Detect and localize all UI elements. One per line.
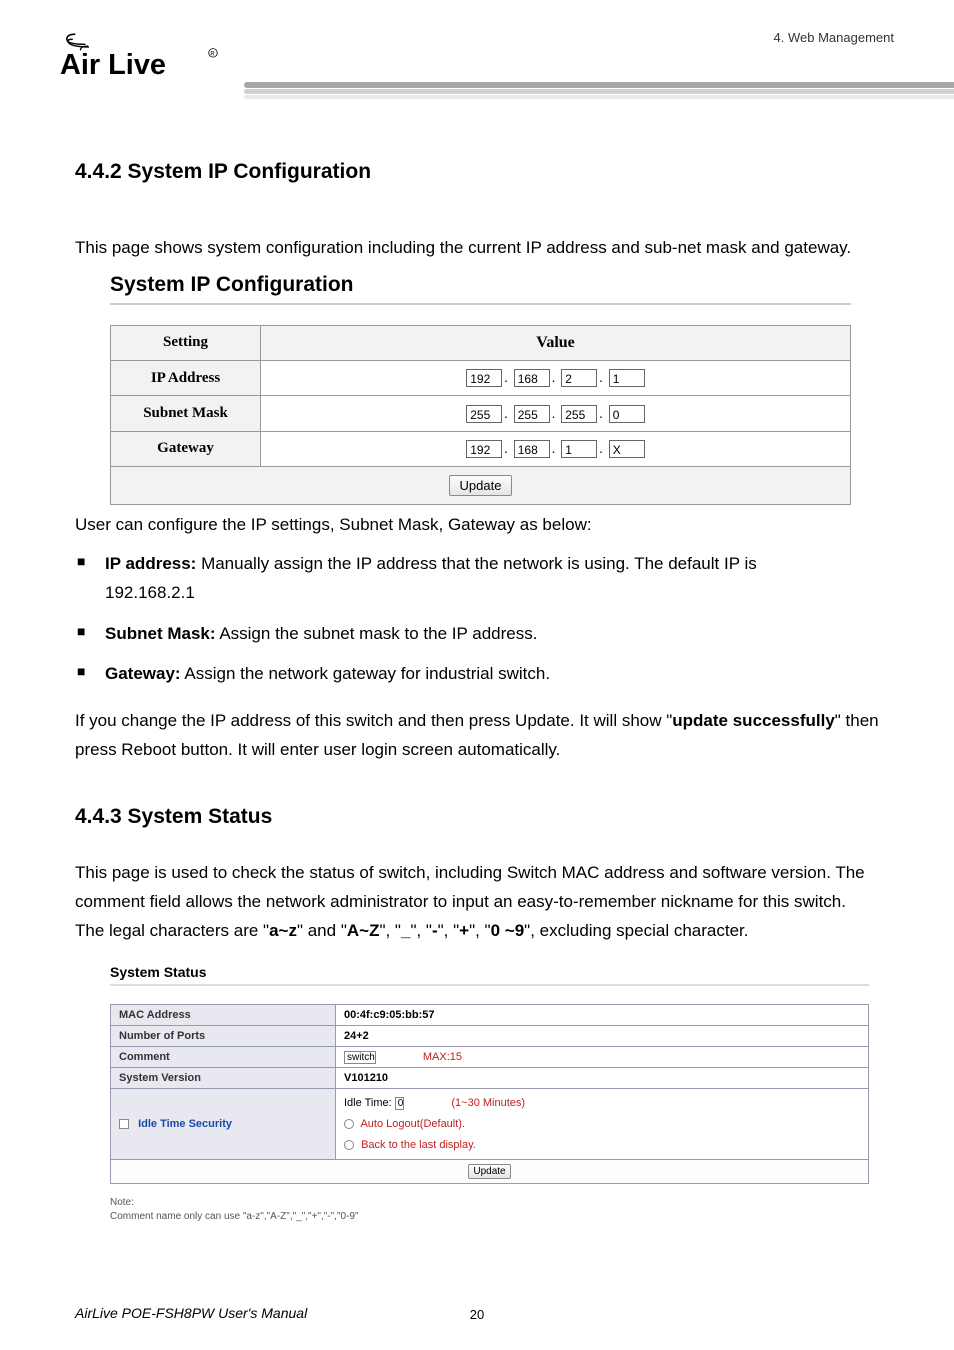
ports-value: 24+2 [336, 1025, 869, 1046]
system-status-table: MAC Address 00:4f:c9:05:bb:57 Number of … [110, 1004, 869, 1185]
config-explain: User can configure the IP settings, Subn… [75, 511, 879, 540]
gw-octet-2[interactable]: 168 [514, 440, 550, 458]
status-update-button[interactable]: Update [468, 1164, 510, 1179]
back-display-label: Back to the last display. [361, 1139, 476, 1151]
subnet-octet-4[interactable]: 0 [609, 405, 645, 423]
gateway-value: 192. 168. 1. X [261, 431, 851, 466]
ip-octet-1[interactable]: 192 [466, 369, 502, 387]
idle-security-label: Idle Time Security [111, 1088, 336, 1160]
ip-octet-2[interactable]: 168 [514, 369, 550, 387]
col-value: Value [261, 325, 851, 360]
header-divider [244, 82, 954, 108]
mac-value: 00:4f:c9:05:bb:57 [336, 1004, 869, 1025]
chapter-title: 4. Web Management [774, 30, 894, 45]
back-display-radio[interactable] [344, 1140, 354, 1150]
ports-label: Number of Ports [111, 1025, 336, 1046]
bullet-gateway: Gateway: Assign the network gateway for … [75, 660, 879, 689]
gateway-label: Gateway [111, 431, 261, 466]
mac-label: MAC Address [111, 1004, 336, 1025]
comment-cell: switch MAX:15 [336, 1046, 869, 1067]
gw-octet-4[interactable]: X [609, 440, 645, 458]
status-intro: This page is used to check the status of… [75, 859, 879, 946]
comment-max: MAX:15 [423, 1051, 462, 1063]
update-note: If you change the IP address of this swi… [75, 707, 879, 765]
comment-input[interactable]: switch [344, 1051, 376, 1064]
ip-octet-3[interactable]: 2 [561, 369, 597, 387]
idle-time-label: Idle Time: [344, 1097, 392, 1109]
brand-logo: Air Live R [60, 25, 230, 90]
svg-text:Air Live: Air Live [60, 49, 166, 81]
ip-config-panel-title: System IP Configuration [110, 273, 879, 297]
subnet-octet-1[interactable]: 255 [466, 405, 502, 423]
idle-security-checkbox[interactable] [119, 1119, 129, 1129]
svg-text:R: R [210, 51, 215, 57]
idle-security-cell: Idle Time: 0 (1~30 Minutes) Auto Logout(… [336, 1088, 869, 1160]
bullet-ip: IP address: Manually assign the IP addre… [75, 550, 879, 608]
gw-octet-3[interactable]: 1 [561, 440, 597, 458]
col-setting: Setting [111, 325, 261, 360]
ip-config-divider [110, 303, 851, 305]
comment-label: Comment [111, 1046, 336, 1067]
ip-address-label: IP Address [111, 360, 261, 395]
auto-logout-radio[interactable] [344, 1119, 354, 1129]
idle-time-input[interactable]: 0 [395, 1097, 405, 1110]
version-label: System Version [111, 1067, 336, 1088]
gw-octet-1[interactable]: 192 [466, 440, 502, 458]
auto-logout-label: Auto Logout(Default). [360, 1118, 465, 1130]
section-442-title: 4.4.2 System IP Configuration [75, 160, 879, 184]
idle-minutes: (1~30 Minutes) [451, 1097, 525, 1109]
bullet-subnet: Subnet Mask: Assign the subnet mask to t… [75, 620, 879, 649]
subnet-label: Subnet Mask [111, 396, 261, 431]
ip-address-value: 192. 168. 2. 1 [261, 360, 851, 395]
ip-config-table: Setting Value IP Address 192. 168. 2. 1 … [110, 325, 851, 505]
update-button[interactable]: Update [449, 475, 513, 496]
subnet-value: 255. 255. 255. 0 [261, 396, 851, 431]
system-status-divider [110, 984, 869, 986]
section-443-title: 4.4.3 System Status [75, 805, 879, 829]
system-status-panel-title: System Status [110, 964, 879, 980]
version-value: V101210 [336, 1067, 869, 1088]
subnet-octet-2[interactable]: 255 [514, 405, 550, 423]
ip-octet-4[interactable]: 1 [609, 369, 645, 387]
status-note: Note: Comment name only can use "a-z","A… [110, 1196, 879, 1224]
ip-config-intro: This page shows system configuration inc… [75, 234, 879, 263]
subnet-octet-3[interactable]: 255 [561, 405, 597, 423]
